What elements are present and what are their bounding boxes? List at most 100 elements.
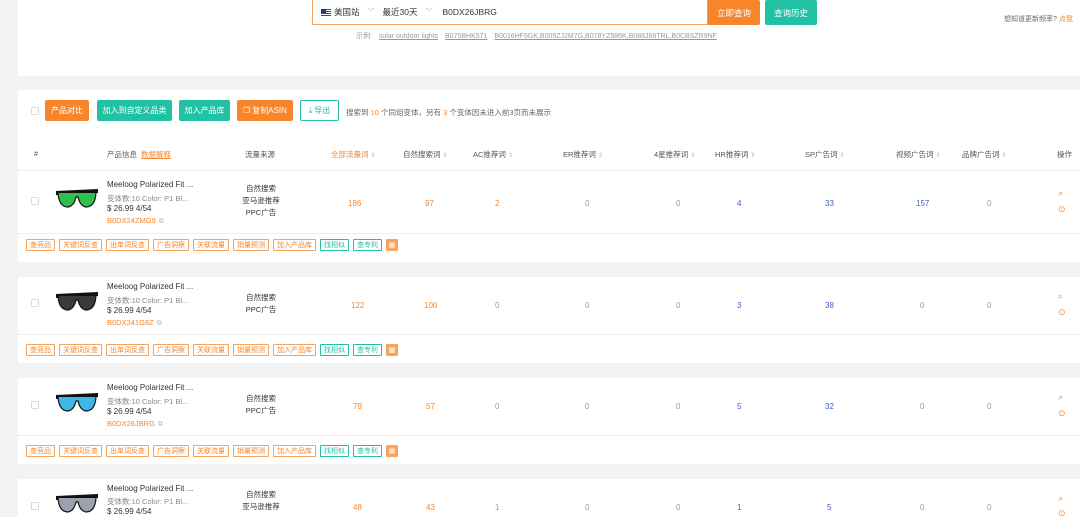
- example-link[interactable]: B075BHK571: [445, 33, 487, 40]
- add-product-lib-button[interactable]: 加入产品库: [179, 100, 230, 121]
- row-checkbox[interactable]: [31, 401, 39, 409]
- col-natural-keywords[interactable]: 自然搜索词 ⇕: [403, 149, 448, 160]
- calculator-icon[interactable]: ▦: [386, 344, 398, 356]
- col-label: 产品信息: [107, 150, 137, 159]
- tag-competitors[interactable]: 查竞品: [26, 344, 55, 356]
- all-keywords-value[interactable]: 122: [351, 301, 364, 310]
- tag-add-product-lib[interactable]: 加入产品库: [273, 239, 316, 251]
- tag-add-product-lib[interactable]: 加入产品库: [273, 344, 316, 356]
- product-thumbnail[interactable]: [54, 488, 100, 517]
- product-thumbnail[interactable]: [54, 183, 100, 213]
- search-icon[interactable]: ⌕: [1058, 493, 1063, 504]
- product-title[interactable]: Meeloog Polarized Fit ...: [107, 282, 193, 291]
- col-er-keywords[interactable]: ER推荐词 ⇕: [563, 149, 603, 160]
- tag-sales-forecast[interactable]: 销量预测: [233, 344, 269, 356]
- tag-find-similar[interactable]: 找相似: [320, 344, 349, 356]
- product-thumbnail[interactable]: [54, 387, 100, 417]
- tag-add-product-lib[interactable]: 加入产品库: [273, 445, 316, 457]
- col-brand-keywords[interactable]: 品牌广告词 ⇕: [962, 149, 1007, 160]
- tag-related-traffic[interactable]: 关联流量: [193, 445, 229, 457]
- ac-keywords-value[interactable]: 2: [495, 199, 499, 208]
- product-asin[interactable]: B0DX24ZMG9 ⧉: [107, 216, 164, 226]
- search-icon[interactable]: ⌕: [1058, 188, 1063, 199]
- col-all-keywords[interactable]: 全部流量词 ⇕: [331, 149, 376, 160]
- tag-check-patent[interactable]: 查专利: [353, 445, 382, 457]
- location-pin-icon[interactable]: ⊙: [1058, 508, 1066, 517]
- col-video-keywords[interactable]: 视频广告词 ⇕: [896, 149, 941, 160]
- natural-keywords-value[interactable]: 97: [425, 199, 434, 208]
- search-icon[interactable]: ⌕: [1058, 392, 1063, 403]
- tag-competitors[interactable]: 查竞品: [26, 239, 55, 251]
- hr-keywords-value[interactable]: 1: [737, 503, 741, 512]
- sp-keywords-value[interactable]: 32: [825, 402, 834, 411]
- video-keywords-value[interactable]: 157: [916, 199, 929, 208]
- toolbar: 产品对比 加入到自定义品类 加入产品库 ❐ 复制ASIN ⤓ 导出 搜索到 10…: [18, 90, 1080, 126]
- asin-search-input[interactable]: B0DX26JBRG: [442, 7, 496, 17]
- sp-keywords-value[interactable]: 5: [827, 503, 831, 512]
- row-checkbox[interactable]: [31, 299, 39, 307]
- hr-keywords-value[interactable]: 4: [737, 199, 741, 208]
- natural-keywords-value[interactable]: 57: [426, 402, 435, 411]
- product-thumbnail[interactable]: [54, 286, 100, 316]
- example-link[interactable]: solar outdoor lights: [379, 33, 438, 40]
- export-button[interactable]: ⤓ 导出: [300, 100, 339, 121]
- location-pin-icon[interactable]: ⊙: [1058, 307, 1066, 318]
- copy-asin-button[interactable]: ❐ 复制ASIN: [237, 100, 293, 121]
- product-title[interactable]: Meeloog Polarized Fit ...: [107, 484, 193, 493]
- row-checkbox[interactable]: [31, 502, 39, 510]
- product-asin[interactable]: B0DX241G8Z ⧉: [107, 318, 162, 328]
- tag-find-similar[interactable]: 找相似: [320, 239, 349, 251]
- product-title[interactable]: Meeloog Polarized Fit ...: [107, 383, 193, 392]
- example-link[interactable]: B0016HF5GK,B009ZJ2M7G,B078YZ586K,B088J68…: [494, 33, 717, 40]
- product-asin[interactable]: B0DX26JBRG ⧉: [107, 419, 163, 429]
- tag-keyword-reverse[interactable]: 关键词反查: [59, 445, 102, 457]
- col-hr-keywords[interactable]: HR推荐词 ⇕: [715, 149, 755, 160]
- period-select[interactable]: 最近30天 ﹀: [383, 6, 441, 18]
- col-sp-keywords[interactable]: SP广告词 ⇕: [805, 149, 845, 160]
- tag-order-keyword-reverse[interactable]: 出单词反查: [106, 239, 149, 251]
- update-hint-link[interactable]: 点我: [1059, 16, 1073, 23]
- all-keywords-value[interactable]: 48: [353, 503, 362, 512]
- tag-ad-insight[interactable]: 广告洞察: [153, 445, 189, 457]
- tag-related-traffic[interactable]: 关联流量: [193, 239, 229, 251]
- tag-order-keyword-reverse[interactable]: 出单词反查: [106, 344, 149, 356]
- history-button[interactable]: 查询历史: [765, 0, 817, 25]
- tag-related-traffic[interactable]: 关联流量: [193, 344, 229, 356]
- tag-check-patent[interactable]: 查专利: [353, 239, 382, 251]
- hr-keywords-value[interactable]: 5: [737, 402, 741, 411]
- tag-order-keyword-reverse[interactable]: 出单词反查: [106, 445, 149, 457]
- add-custom-category-button[interactable]: 加入到自定义品类: [97, 100, 172, 121]
- tag-check-patent[interactable]: 查专利: [353, 344, 382, 356]
- all-keywords-value[interactable]: 186: [348, 199, 361, 208]
- row-checkbox[interactable]: [31, 197, 39, 205]
- tag-ad-insight[interactable]: 广告洞察: [153, 344, 189, 356]
- location-pin-icon[interactable]: ⊙: [1058, 408, 1066, 419]
- ac-keywords-value[interactable]: 1: [495, 503, 499, 512]
- tag-find-similar[interactable]: 找相似: [320, 445, 349, 457]
- all-keywords-value[interactable]: 79: [353, 402, 362, 411]
- compare-button[interactable]: 产品对比: [45, 100, 89, 121]
- col-ac-keywords[interactable]: AC推荐词 ⇕: [473, 149, 513, 160]
- sp-keywords-value[interactable]: 38: [825, 301, 834, 310]
- hr-keywords-value[interactable]: 3: [737, 301, 741, 310]
- sp-keywords-value[interactable]: 33: [825, 199, 834, 208]
- calculator-icon[interactable]: ▦: [386, 239, 398, 251]
- select-all-checkbox[interactable]: [31, 107, 39, 115]
- calculator-icon[interactable]: ▦: [386, 445, 398, 457]
- tag-keyword-reverse[interactable]: 关键词反查: [59, 344, 102, 356]
- tag-sales-forecast[interactable]: 销量预测: [233, 445, 269, 457]
- col-4star-keywords[interactable]: 4星推荐词 ⇕: [654, 149, 695, 160]
- natural-keywords-value[interactable]: 43: [426, 503, 435, 512]
- tag-sales-forecast[interactable]: 销量预测: [233, 239, 269, 251]
- data-explain-link[interactable]: 数据解释: [141, 150, 171, 159]
- location-pin-icon[interactable]: ⊙: [1058, 204, 1066, 215]
- tag-ad-insight[interactable]: 广告洞察: [153, 239, 189, 251]
- search-button[interactable]: 立即查询: [708, 0, 760, 25]
- traffic-sources: 自然搜索 亚马逊推荐: [228, 489, 294, 513]
- search-icon[interactable]: ⌕: [1058, 291, 1063, 302]
- product-title[interactable]: Meeloog Polarized Fit ...: [107, 180, 193, 189]
- tag-keyword-reverse[interactable]: 关键词反查: [59, 239, 102, 251]
- marketplace-select[interactable]: 美国站 ﹀: [313, 6, 383, 18]
- natural-keywords-value[interactable]: 100: [424, 301, 437, 310]
- tag-competitors[interactable]: 查竞品: [26, 445, 55, 457]
